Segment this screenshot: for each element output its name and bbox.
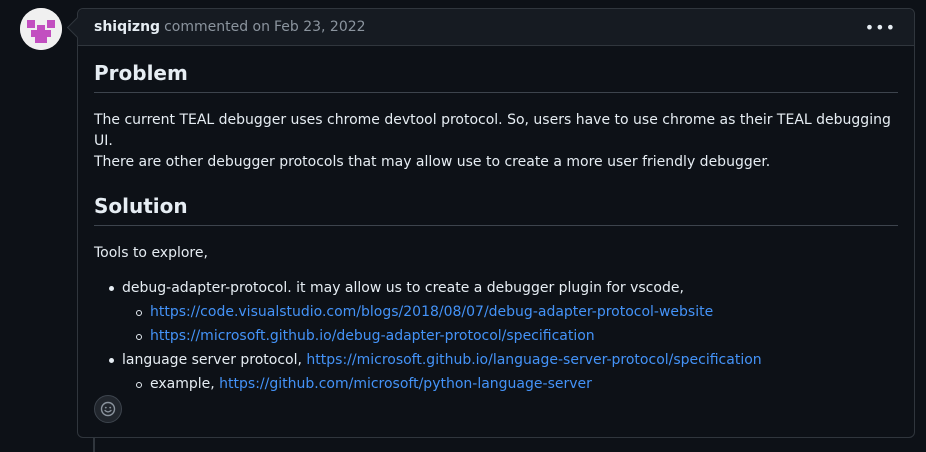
list-item: debug-adapter-protocol. it may allow us … bbox=[106, 276, 898, 348]
sub-list-item: https://microsoft.github.io/debug-adapte… bbox=[136, 324, 898, 348]
link[interactable]: https://microsoft.github.io/language-ser… bbox=[306, 352, 761, 368]
tools-list: debug-adapter-protocol. it may allow us … bbox=[94, 276, 898, 396]
kebab-horizontal-icon[interactable]: ••• bbox=[865, 18, 896, 37]
sub-list-item: example, https://github.com/microsoft/py… bbox=[136, 372, 898, 396]
add-reaction-button[interactable] bbox=[94, 395, 122, 423]
solution-heading: Solution bbox=[94, 193, 898, 226]
sub-list: https://code.visualstudio.com/blogs/2018… bbox=[122, 300, 898, 348]
solution-intro: Tools to explore, bbox=[94, 245, 208, 261]
sub-list: example, https://github.com/microsoft/py… bbox=[122, 372, 898, 396]
smiley-icon bbox=[100, 401, 116, 417]
link[interactable]: https://code.visualstudio.com/blogs/2018… bbox=[150, 304, 713, 320]
problem-text-line2: There are other debugger protocols that … bbox=[94, 154, 771, 170]
link[interactable]: https://github.com/microsoft/python-lang… bbox=[219, 376, 592, 392]
list-item: language server protocol, https://micros… bbox=[106, 348, 898, 396]
comment-author[interactable]: shiqizng bbox=[94, 19, 160, 35]
timeline-line bbox=[93, 438, 95, 452]
sub-list-item: https://code.visualstudio.com/blogs/2018… bbox=[136, 300, 898, 324]
problem-heading: Problem bbox=[94, 60, 898, 93]
comment-header: shiqizng commented on Feb 23, 2022 ••• bbox=[78, 9, 914, 46]
sub-list-item-text: example, bbox=[150, 376, 220, 392]
link[interactable]: https://microsoft.github.io/debug-adapte… bbox=[150, 328, 595, 344]
comment-card: shiqizng commented on Feb 23, 2022 ••• P… bbox=[77, 8, 915, 438]
comment-date[interactable]: Feb 23, 2022 bbox=[274, 19, 366, 35]
avatar[interactable] bbox=[20, 8, 62, 50]
identicon-avatar-icon bbox=[20, 8, 62, 50]
problem-text-line1: The current TEAL debugger uses chrome de… bbox=[94, 112, 891, 149]
list-item-text: debug-adapter-protocol. it may allow us … bbox=[122, 280, 684, 296]
comment-body: Problem The current TEAL debugger uses c… bbox=[78, 46, 914, 396]
problem-text: The current TEAL debugger uses chrome de… bbox=[94, 110, 898, 173]
comment-action: commented on bbox=[164, 19, 270, 35]
list-item-text: language server protocol, bbox=[122, 352, 307, 368]
